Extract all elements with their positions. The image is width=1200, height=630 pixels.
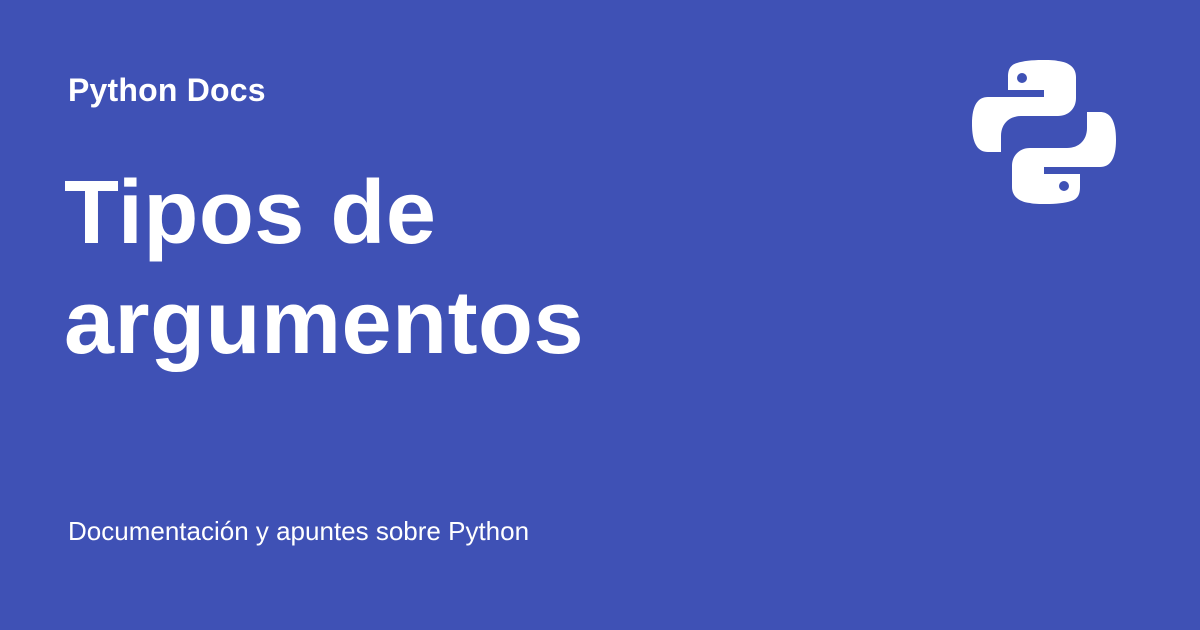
- page-title: Tipos de argumentos: [64, 163, 585, 373]
- social-card: Python Docs Tipos de argumentos Document…: [0, 0, 1200, 630]
- page-description: Documentación y apuntes sobre Python: [68, 516, 530, 546]
- python-logo-icon: [970, 58, 1118, 206]
- site-name: Python Docs: [68, 72, 266, 108]
